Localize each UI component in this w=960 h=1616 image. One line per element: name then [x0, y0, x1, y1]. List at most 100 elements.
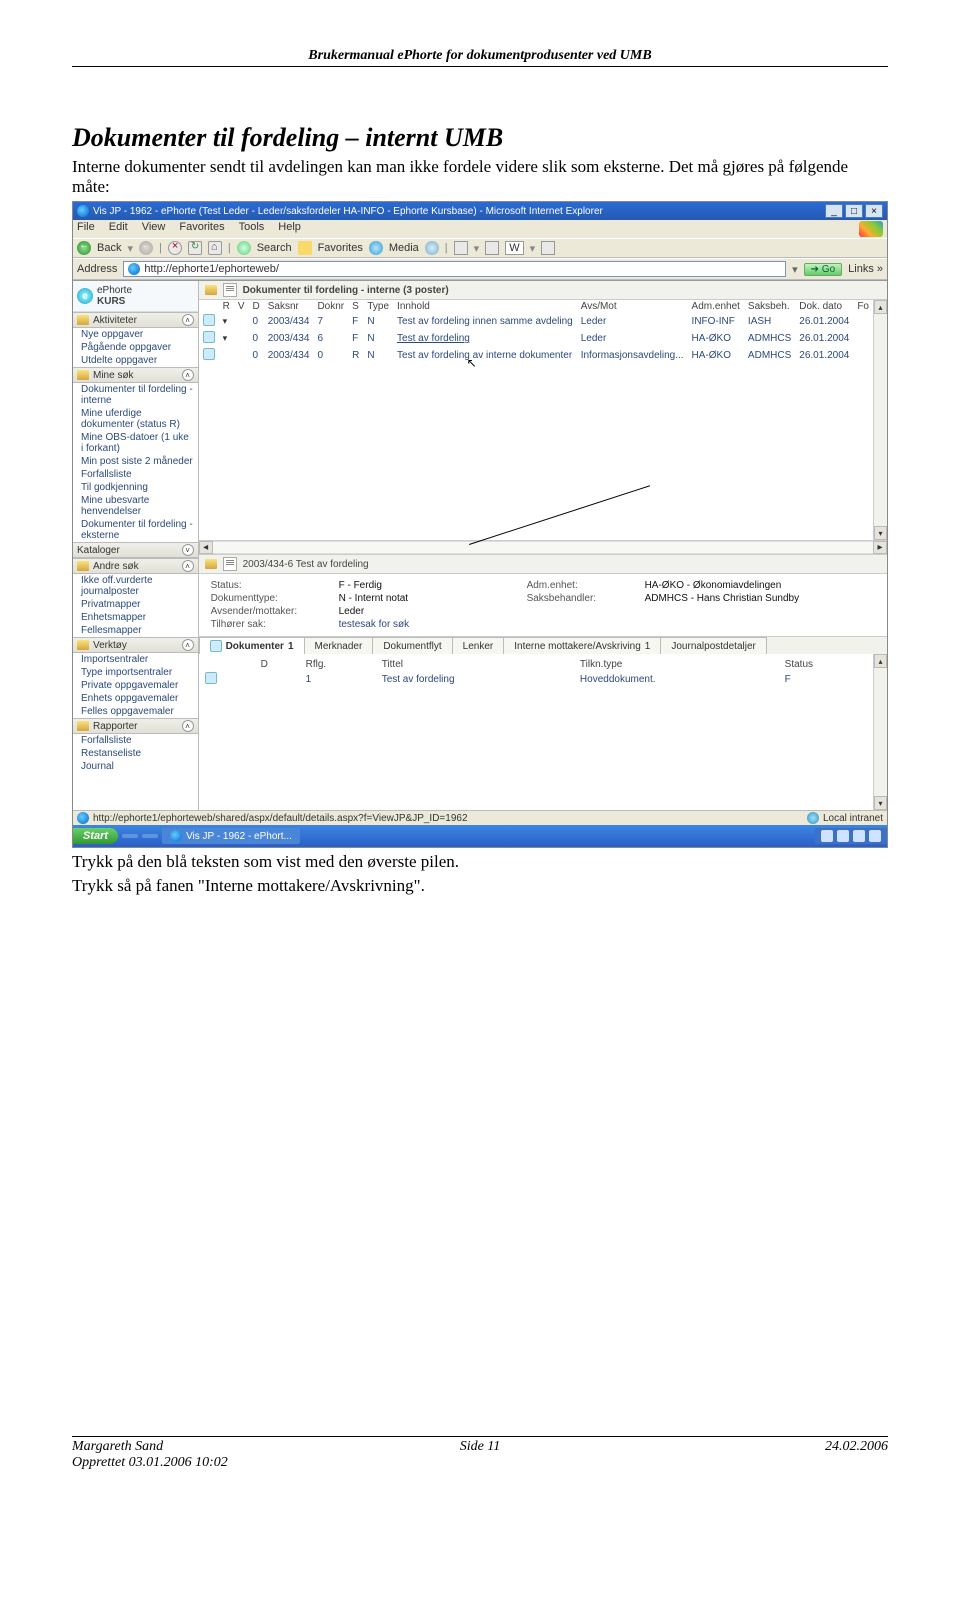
nav-section-kataloger[interactable]: Kataloger˅: [73, 542, 198, 558]
favorites-icon[interactable]: [298, 241, 312, 255]
close-button[interactable]: ×: [865, 204, 883, 218]
nav-item[interactable]: Felles oppgavemaler: [73, 705, 198, 718]
nav-item[interactable]: Enhets oppgavemaler: [73, 692, 198, 705]
collapse-icon[interactable]: ˄: [182, 720, 194, 732]
nav-item[interactable]: Enhetsmapper: [73, 611, 198, 624]
nav-item[interactable]: Forfallsliste: [73, 468, 198, 481]
go-button[interactable]: ➔ Go: [804, 263, 843, 276]
tab-dokumenter[interactable]: Dokumenter 1: [199, 637, 305, 654]
discuss-icon[interactable]: [541, 241, 555, 255]
table-row[interactable]: 1Test av fordelingHoveddokument.F: [199, 671, 873, 688]
taskbar-app-button[interactable]: Vis JP - 1962 - ePhort...: [162, 828, 300, 844]
back-label[interactable]: Back: [97, 242, 121, 254]
nav-item[interactable]: Fellesmapper: [73, 624, 198, 637]
nav-item[interactable]: Restanseliste: [73, 747, 198, 760]
taskbar-quick-icon[interactable]: [142, 834, 158, 838]
table-row[interactable]: 0 2003/4340RN Test av fordeling av inter…: [199, 347, 873, 364]
search-label[interactable]: Search: [257, 242, 292, 254]
start-button[interactable]: Start: [73, 828, 118, 844]
window-titlebar: Vis JP - 1962 - ePhorte (Test Leder - Le…: [73, 202, 887, 220]
nav-item[interactable]: Mine OBS-datoer (1 uke i forkant): [73, 431, 198, 455]
nav-item[interactable]: Mine uferdige dokumenter (status R): [73, 407, 198, 431]
maximize-button[interactable]: □: [845, 204, 863, 218]
url-field[interactable]: http://ephorte1/ephorteweb/: [123, 261, 786, 277]
address-bar: Address http://ephorte1/ephorteweb/ ▾ ➔ …: [73, 258, 887, 280]
tray-icon[interactable]: [853, 830, 865, 842]
nav-item[interactable]: Min post siste 2 måneder: [73, 455, 198, 468]
expand-icon[interactable]: ˅: [182, 544, 194, 556]
tab-icon: [210, 640, 222, 652]
taskbar-quick-icon[interactable]: [122, 834, 138, 838]
collapse-icon[interactable]: ˄: [182, 369, 194, 381]
tray-icon[interactable]: [837, 830, 849, 842]
menubar: File Edit View Favorites Tools Help: [73, 220, 887, 238]
nav-item[interactable]: Privatmapper: [73, 598, 198, 611]
search-icon[interactable]: [237, 241, 251, 255]
nav-section-mine-sok[interactable]: Mine søk˄: [73, 367, 198, 383]
nav-item[interactable]: Ikke off.vurderte journalposter: [73, 574, 198, 598]
menu-file[interactable]: File: [77, 221, 95, 237]
nav-item[interactable]: Pågående oppgaver: [73, 341, 198, 354]
favorites-label[interactable]: Favorites: [318, 242, 363, 254]
nav-item[interactable]: Utdelte oppgaver: [73, 354, 198, 367]
tab-interne-mottakere[interactable]: Interne mottakere/Avskriving 1: [503, 637, 661, 654]
print-icon[interactable]: [485, 241, 499, 255]
back-icon[interactable]: [77, 241, 91, 255]
tab-journalpostdetaljer[interactable]: Journalpostdetaljer: [660, 637, 767, 654]
history-icon[interactable]: [425, 241, 439, 255]
nav-item[interactable]: Private oppgavemaler: [73, 679, 198, 692]
nav-item[interactable]: Mine ubesvarte henvendelser: [73, 494, 198, 518]
menu-help[interactable]: Help: [278, 221, 301, 237]
document-list-table: RVD SaksnrDoknrS TypeInnholdAvs/Mot Adm.…: [199, 300, 873, 364]
horizontal-scrollbar[interactable]: ◂▸: [199, 540, 887, 554]
nav-item[interactable]: Type importsentraler: [73, 666, 198, 679]
links-label[interactable]: Links »: [848, 263, 883, 275]
tab-merknader[interactable]: Merknader: [304, 637, 374, 654]
nav-section-rapporter[interactable]: Rapporter˄: [73, 718, 198, 734]
menu-favorites[interactable]: Favorites: [179, 221, 224, 237]
tray-icon[interactable]: [821, 830, 833, 842]
document-header: Brukermanual ePhorte for dokumentproduse…: [72, 48, 888, 67]
collapse-icon[interactable]: ˄: [182, 560, 194, 572]
table-header-row: RVD SaksnrDoknrS TypeInnholdAvs/Mot Adm.…: [199, 300, 873, 313]
nav-item[interactable]: Forfallsliste: [73, 734, 198, 747]
collapse-icon[interactable]: ˄: [182, 639, 194, 651]
home-icon[interactable]: [208, 241, 222, 255]
word-icon[interactable]: W: [505, 241, 523, 255]
nav-section-andre-sok[interactable]: Andre søk˄: [73, 558, 198, 574]
nav-section-aktiviteter[interactable]: Aktiviteter˄: [73, 312, 198, 328]
nav-item[interactable]: Importsentraler: [73, 653, 198, 666]
refresh-icon[interactable]: [188, 241, 202, 255]
folder-icon: [77, 370, 89, 380]
menu-edit[interactable]: Edit: [109, 221, 128, 237]
page-icon: [77, 812, 89, 824]
minimize-button[interactable]: _: [825, 204, 843, 218]
list-title: Dokumenter til fordeling - interne (3 po…: [243, 285, 449, 296]
menu-tools[interactable]: Tools: [239, 221, 265, 237]
media-icon[interactable]: [369, 241, 383, 255]
system-tray[interactable]: [815, 828, 887, 844]
vertical-scrollbar[interactable]: ▴▾: [873, 300, 887, 540]
mail-icon[interactable]: [454, 241, 468, 255]
field-value: F - Ferdig: [339, 580, 519, 591]
detail-title: 2003/434-6 Test av fordeling: [243, 559, 369, 570]
table-header-row: DRflg.TittelTilkn.typeStatus: [199, 658, 873, 671]
field-value: ADMHCS - Hans Christian Sundby: [645, 593, 865, 604]
nav-item[interactable]: Dokumenter til fordeling - eksterne: [73, 518, 198, 542]
nav-item[interactable]: Dokumenter til fordeling - interne: [73, 383, 198, 407]
table-row[interactable]: ▾0 2003/4347FN Test av fordeling innen s…: [199, 313, 873, 330]
nav-section-verktoy[interactable]: Verktøy˄: [73, 637, 198, 653]
nav-item[interactable]: Nye oppgaver: [73, 328, 198, 341]
nav-item[interactable]: Til godkjenning: [73, 481, 198, 494]
tab-dokumentflyt[interactable]: Dokumentflyt: [372, 637, 452, 654]
field-value-link[interactable]: testesak for søk: [339, 619, 519, 630]
nav-item[interactable]: Journal: [73, 760, 198, 773]
vertical-scrollbar[interactable]: ▴▾: [873, 654, 887, 810]
table-row[interactable]: ▾0 2003/4346FN Test av fordelingLederHA-…: [199, 330, 873, 347]
menu-view[interactable]: View: [142, 221, 166, 237]
tray-icon[interactable]: [869, 830, 881, 842]
media-label[interactable]: Media: [389, 242, 419, 254]
collapse-icon[interactable]: ˄: [182, 314, 194, 326]
tab-lenker[interactable]: Lenker: [452, 637, 505, 654]
stop-icon[interactable]: [168, 241, 182, 255]
